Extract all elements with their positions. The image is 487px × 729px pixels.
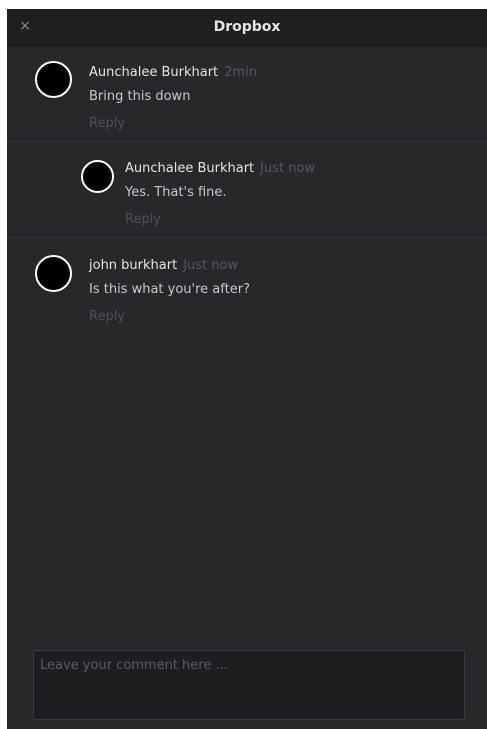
comment-thread: Aunchalee Burkhart 2min Bring this down R… (7, 46, 487, 335)
window-title: Dropbox (213, 19, 281, 35)
comment-item-nested: Aunchalee Burkhart Just now Yes. That's f… (7, 142, 487, 239)
comment-author: Aunchalee Burkhart (125, 161, 255, 176)
comment-meta: Aunchalee Burkhart Just now (125, 161, 315, 177)
comment-time: Just now (183, 258, 239, 273)
reply-link[interactable]: Reply (89, 116, 125, 132)
comment-item: john burkhart Just now Is this what you'r… (7, 239, 487, 335)
comment-input[interactable] (33, 650, 465, 720)
comment-meta: john burkhart Just now (89, 258, 238, 274)
comment-text: Yes. That's fine. (125, 185, 227, 200)
comment-meta: Aunchalee Burkhart 2min (89, 65, 257, 81)
reply-link[interactable]: Reply (125, 212, 161, 228)
reply-link[interactable]: Reply (89, 309, 125, 325)
comment-item: Aunchalee Burkhart 2min Bring this down R… (7, 46, 487, 142)
title-bar: × Dropbox (7, 9, 487, 46)
comment-author: Aunchalee Burkhart (89, 65, 219, 80)
avatar (35, 61, 72, 98)
avatar (81, 160, 114, 193)
comment-time: Just now (260, 161, 316, 176)
comment-text: Bring this down (89, 89, 191, 104)
comment-author: john burkhart (89, 258, 178, 273)
comment-text: Is this what you're after? (89, 282, 250, 297)
avatar (35, 255, 72, 292)
comments-window: × Dropbox Aunchalee Burkhart 2min Bring t… (7, 9, 487, 729)
comment-time: 2min (224, 65, 257, 80)
